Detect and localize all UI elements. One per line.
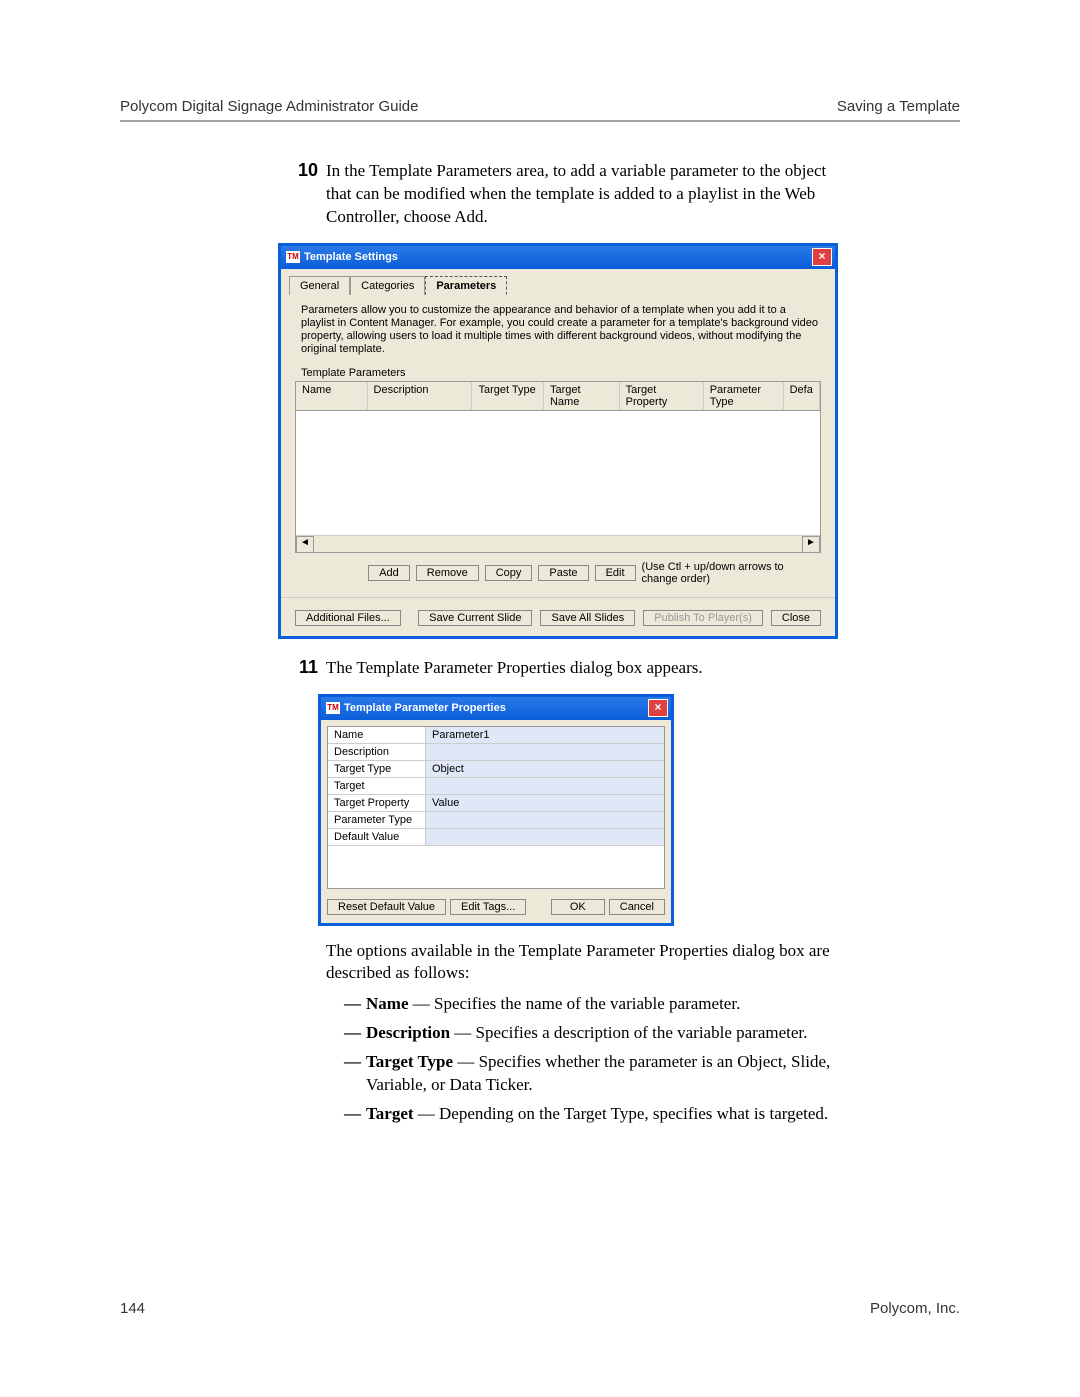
ok-button[interactable]: OK: [551, 899, 605, 915]
prop-label-name: Name: [328, 727, 426, 743]
template-settings-dialog: TM Template Settings × General Categories…: [278, 243, 838, 639]
bullet-target: Target — Depending on the Target Type, s…: [366, 1103, 838, 1126]
app-icon: TM: [326, 702, 340, 714]
col-target-property[interactable]: Target Property: [620, 382, 704, 410]
bullet-target-type: Target Type — Specifies whether the para…: [366, 1051, 838, 1097]
edit-button[interactable]: Edit: [595, 565, 636, 581]
bullet-description: Description — Specifies a description of…: [366, 1022, 838, 1045]
intro-text: Parameters allow you to customize the ap…: [281, 294, 835, 361]
prop-value-target-property[interactable]: Value: [426, 795, 664, 811]
remove-button[interactable]: Remove: [416, 565, 479, 581]
reorder-hint: (Use Ctl + up/down arrows to change orde…: [642, 561, 821, 585]
col-parameter-type[interactable]: Parameter Type: [704, 382, 784, 410]
prop-label-parameter-type: Parameter Type: [328, 812, 426, 828]
prop-label-target-property: Target Property: [328, 795, 426, 811]
close-icon[interactable]: ×: [648, 699, 668, 717]
app-icon: TM: [286, 251, 300, 263]
prop-label-target: Target: [328, 778, 426, 794]
cancel-button[interactable]: Cancel: [609, 899, 665, 915]
edit-tags-button[interactable]: Edit Tags...: [450, 899, 526, 915]
section-title: Saving a Template: [837, 98, 960, 115]
step-number-10: 10: [278, 160, 326, 229]
step-number-11: 11: [278, 657, 326, 680]
bullet-name: Name — Specifies the name of the variabl…: [366, 993, 838, 1016]
page-number: 144: [120, 1300, 145, 1317]
prop-label-description: Description: [328, 744, 426, 760]
add-button[interactable]: Add: [368, 565, 410, 581]
company-name: Polycom, Inc.: [870, 1300, 960, 1317]
options-description: The options available in the Template Pa…: [326, 940, 838, 986]
group-label: Template Parameters: [281, 361, 835, 381]
step-text-10: In the Template Parameters area, to add …: [326, 160, 838, 229]
copy-button[interactable]: Copy: [485, 565, 533, 581]
h-scrollbar[interactable]: ◄ ►: [296, 535, 820, 552]
close-icon[interactable]: ×: [812, 248, 832, 266]
reset-default-button[interactable]: Reset Default Value: [327, 899, 446, 915]
tab-categories[interactable]: Categories: [350, 276, 425, 295]
col-target-name[interactable]: Target Name: [544, 382, 620, 410]
bullet-dash: —: [344, 1103, 366, 1126]
prop-value-default-value[interactable]: [426, 829, 664, 845]
col-name[interactable]: Name: [296, 382, 368, 410]
tab-general[interactable]: General: [289, 276, 350, 295]
prop-value-name[interactable]: Parameter1: [426, 727, 664, 743]
prop-value-target[interactable]: [426, 778, 664, 794]
dialog-title: Template Settings: [304, 251, 398, 263]
prop-value-description[interactable]: [426, 744, 664, 760]
additional-files-button[interactable]: Additional Files...: [295, 610, 401, 626]
parameter-properties-dialog: TMTemplate Parameter Properties × NamePa…: [318, 694, 674, 926]
bullet-dash: —: [344, 993, 366, 1016]
col-default[interactable]: Defa: [784, 382, 820, 410]
tab-parameters[interactable]: Parameters: [425, 276, 507, 295]
paste-button[interactable]: Paste: [538, 565, 588, 581]
col-description[interactable]: Description: [368, 382, 473, 410]
save-current-slide-button[interactable]: Save Current Slide: [418, 610, 532, 626]
publish-button: Publish To Player(s): [643, 610, 763, 626]
col-target-type[interactable]: Target Type: [472, 382, 544, 410]
prop-value-target-type[interactable]: Object: [426, 761, 664, 777]
step-text-11: The Template Parameter Properties dialog…: [326, 657, 838, 680]
doc-title: Polycom Digital Signage Administrator Gu…: [120, 98, 418, 115]
save-all-slides-button[interactable]: Save All Slides: [540, 610, 635, 626]
prop-label-target-type: Target Type: [328, 761, 426, 777]
close-button[interactable]: Close: [771, 610, 821, 626]
header-rule: [120, 120, 960, 122]
dialog2-title: Template Parameter Properties: [344, 702, 506, 714]
property-grid[interactable]: NameParameter1 Description Target TypeOb…: [327, 726, 665, 889]
bullet-dash: —: [344, 1051, 366, 1097]
scroll-left-icon[interactable]: ◄: [296, 536, 314, 553]
bullet-dash: —: [344, 1022, 366, 1045]
prop-value-parameter-type[interactable]: [426, 812, 664, 828]
prop-label-default-value: Default Value: [328, 829, 426, 845]
scroll-right-icon[interactable]: ►: [802, 536, 820, 553]
parameters-grid[interactable]: Name Description Target Type Target Name…: [295, 381, 821, 553]
